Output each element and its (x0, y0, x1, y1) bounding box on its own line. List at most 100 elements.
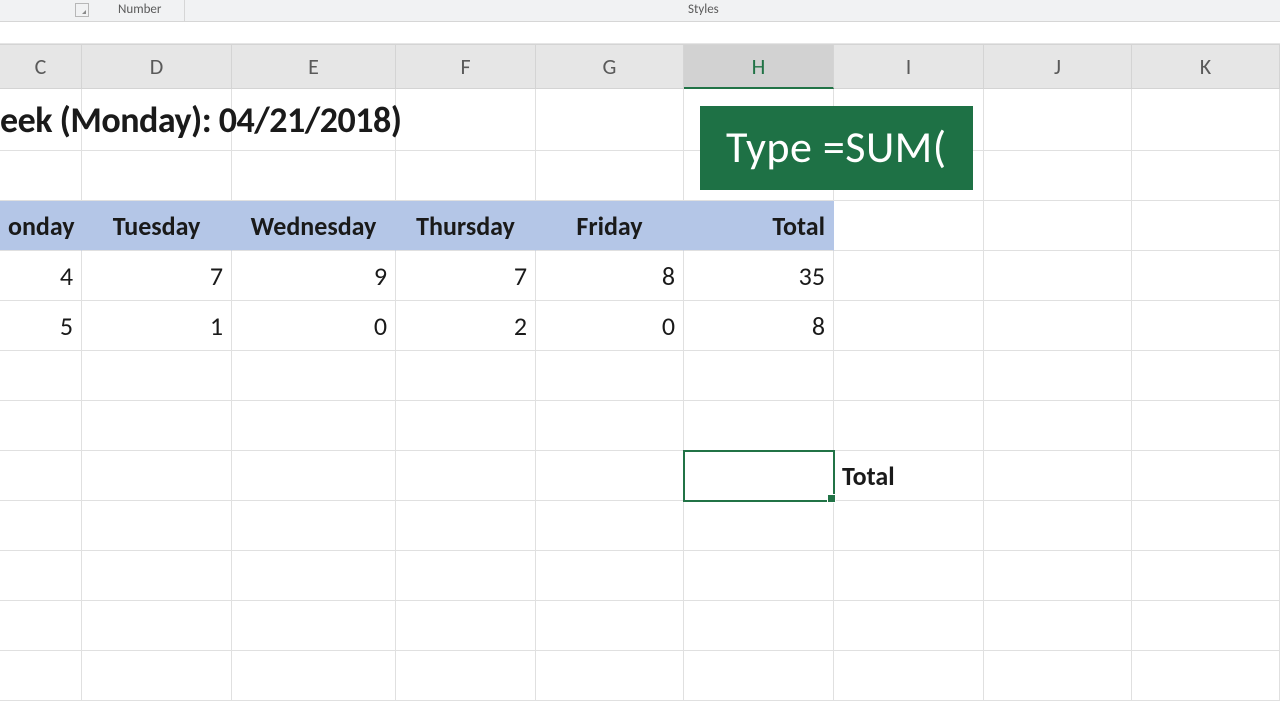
cell[interactable] (536, 551, 684, 601)
cell[interactable] (834, 401, 984, 451)
cell[interactable] (984, 451, 1132, 501)
cell[interactable] (82, 401, 232, 451)
cell[interactable] (232, 501, 396, 551)
cell[interactable] (396, 401, 536, 451)
cell[interactable] (684, 601, 834, 651)
cell[interactable] (0, 501, 82, 551)
column-header-h[interactable]: H (684, 45, 834, 89)
column-header-i[interactable]: I (834, 45, 984, 89)
cell[interactable] (0, 401, 82, 451)
cell[interactable] (82, 151, 232, 201)
cell[interactable] (0, 351, 82, 401)
cell[interactable] (82, 351, 232, 401)
cell[interactable] (82, 451, 232, 501)
cell[interactable] (684, 501, 834, 551)
worksheet[interactable]: C D E F G H I J K eek (Monday): 04/21/20… (0, 44, 1280, 701)
cell[interactable] (684, 651, 834, 701)
table-header[interactable]: Tuesday (82, 201, 232, 251)
cell[interactable]: 8 (684, 301, 834, 351)
cell[interactable]: 0 (232, 301, 396, 351)
cell[interactable] (396, 501, 536, 551)
cell[interactable] (396, 601, 536, 651)
cell[interactable] (1132, 501, 1280, 551)
cell[interactable] (1132, 401, 1280, 451)
cell[interactable] (834, 301, 984, 351)
cell[interactable] (232, 601, 396, 651)
cell[interactable] (834, 551, 984, 601)
cell[interactable] (1132, 551, 1280, 601)
cell[interactable] (82, 89, 232, 151)
cell[interactable]: 8 (536, 251, 684, 301)
cell[interactable] (984, 601, 1132, 651)
cell[interactable] (82, 551, 232, 601)
cell[interactable] (834, 601, 984, 651)
cell[interactable] (232, 351, 396, 401)
cell[interactable] (396, 551, 536, 601)
cell[interactable] (1132, 301, 1280, 351)
cell[interactable] (396, 351, 536, 401)
cell[interactable] (536, 451, 684, 501)
cell[interactable] (0, 601, 82, 651)
cell[interactable]: 4 (0, 251, 82, 301)
cell[interactable] (1132, 201, 1280, 251)
cell[interactable]: 35 (684, 251, 834, 301)
cell[interactable] (536, 151, 684, 201)
cell[interactable] (536, 501, 684, 551)
cell[interactable] (984, 301, 1132, 351)
cell[interactable]: 0 (536, 301, 684, 351)
cell[interactable] (1132, 151, 1280, 201)
cell[interactable] (82, 601, 232, 651)
cell[interactable] (1132, 651, 1280, 701)
dialog-launcher-icon[interactable] (75, 3, 89, 17)
cell[interactable] (684, 351, 834, 401)
cell[interactable] (984, 351, 1132, 401)
cell[interactable]: 5 (0, 301, 82, 351)
cell[interactable] (232, 401, 396, 451)
table-header[interactable]: Friday (536, 201, 684, 251)
cell[interactable] (232, 151, 396, 201)
cell[interactable] (0, 551, 82, 601)
cell[interactable]: 7 (82, 251, 232, 301)
cell[interactable] (834, 651, 984, 701)
cell[interactable] (684, 551, 834, 601)
table-header[interactable]: Thursday (396, 201, 536, 251)
cell[interactable]: 9 (232, 251, 396, 301)
column-header-c[interactable]: C (0, 45, 82, 89)
cell[interactable] (232, 551, 396, 601)
cell[interactable] (834, 501, 984, 551)
cell[interactable] (984, 401, 1132, 451)
cell[interactable] (0, 151, 82, 201)
active-cell[interactable] (684, 451, 834, 501)
cell[interactable] (396, 151, 536, 201)
cell[interactable] (834, 251, 984, 301)
column-header-g[interactable]: G (536, 45, 684, 89)
cell[interactable] (984, 89, 1132, 151)
cell[interactable] (984, 651, 1132, 701)
column-header-k[interactable]: K (1132, 45, 1280, 89)
cell[interactable] (82, 651, 232, 701)
cell[interactable] (82, 501, 232, 551)
cell[interactable]: eek (Monday): 04/21/2018) (0, 89, 82, 151)
cell[interactable] (396, 89, 536, 151)
cell[interactable]: 7 (396, 251, 536, 301)
cell[interactable]: 2 (396, 301, 536, 351)
cell[interactable] (984, 251, 1132, 301)
cell[interactable] (684, 401, 834, 451)
cell[interactable] (536, 651, 684, 701)
cell[interactable] (834, 351, 984, 401)
column-header-f[interactable]: F (396, 45, 536, 89)
column-header-d[interactable]: D (82, 45, 232, 89)
table-header[interactable]: Total (684, 201, 834, 251)
cell[interactable] (834, 201, 984, 251)
column-header-e[interactable]: E (232, 45, 396, 89)
table-header[interactable]: Wednesday (232, 201, 396, 251)
total-label-cell[interactable]: Total (834, 451, 984, 501)
table-header[interactable]: onday (0, 201, 82, 251)
cell[interactable] (536, 401, 684, 451)
cell[interactable] (536, 351, 684, 401)
cell[interactable] (984, 501, 1132, 551)
cell[interactable] (232, 651, 396, 701)
cell[interactable] (984, 551, 1132, 601)
cell[interactable] (1132, 601, 1280, 651)
cell[interactable] (232, 451, 396, 501)
